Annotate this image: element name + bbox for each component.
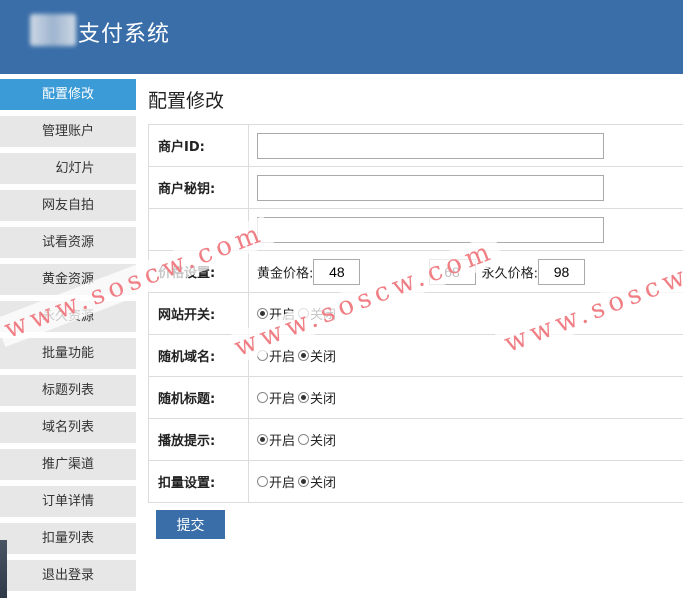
submit-button[interactable]: 提交 — [156, 510, 225, 539]
gold-price-input[interactable] — [313, 258, 361, 285]
sidebar-item-label: 批量功能 — [41, 346, 94, 361]
sidebar-item-label: 扣量列表 — [41, 531, 94, 546]
second-price-input[interactable] — [428, 258, 476, 285]
sidebar-item-orders[interactable]: 订单详情 — [0, 486, 136, 517]
site-switch-off-label: 关闭 — [310, 308, 337, 323]
form-row-random-title: 随机标题: 开启 关闭 — [148, 376, 683, 419]
logo-blurred — [30, 14, 76, 46]
deduct-group: 开启 关闭 — [257, 472, 339, 491]
form-row-merchant-key: 商户秘钥: — [148, 166, 683, 209]
site-switch-group: 开启 关闭 — [257, 304, 339, 323]
site-switch-on-radio[interactable] — [257, 308, 268, 319]
random-title-off-label: 关闭 — [310, 392, 337, 407]
gold-price-label: 黄金价格: — [257, 266, 314, 281]
play-tip-cell: 开启 关闭 — [248, 418, 683, 461]
header-bar: 支付系统 — [0, 0, 683, 74]
config-form: 商户ID: 商户秘钥: 价格设置: 黄金价格: 永久价格: 网站开关: 开启 关… — [148, 124, 683, 503]
price-label: 价格设置: — [148, 250, 249, 293]
site-switch-on-label: 开启 — [269, 308, 296, 323]
sidebar-item-label: 退出登录 — [41, 568, 94, 583]
third-field-label — [148, 208, 249, 251]
play-tip-off-label: 关闭 — [310, 434, 337, 449]
play-tip-group: 开启 关闭 — [257, 430, 339, 449]
sidebar-item-label: 黄金资源 — [41, 272, 94, 287]
deduct-label: 扣量设置: — [148, 460, 249, 503]
sidebar-item-deduct-list[interactable]: 扣量列表 — [0, 523, 136, 554]
sidebar-item-titles[interactable]: 标题列表 — [0, 375, 136, 406]
merchant-id-cell — [248, 124, 683, 167]
random-domain-off-label: 关闭 — [310, 350, 337, 365]
merchant-key-cell — [248, 166, 683, 209]
sidebar-item-label: 幻灯片 — [55, 161, 95, 176]
random-domain-on-radio[interactable] — [257, 350, 268, 361]
sidebar-item-gold-resources[interactable]: 黄金资源 — [0, 264, 136, 295]
sidebar-item-label: 管理账户 — [41, 124, 94, 139]
play-tip-off-radio[interactable] — [298, 434, 310, 445]
deduct-off-label: 关闭 — [310, 476, 337, 491]
sidebar-item-config[interactable]: 配置修改 — [0, 79, 136, 110]
play-tip-on-radio[interactable] — [257, 434, 268, 445]
random-domain-cell: 开启 关闭 — [248, 334, 683, 377]
form-row-third — [148, 208, 683, 251]
sidebar-item-label: 域名列表 — [41, 420, 94, 435]
sidebar-item-promo-channels[interactable]: 推广渠道 — [0, 449, 136, 480]
third-field-cell — [248, 208, 683, 251]
site-switch-off-radio[interactable] — [298, 308, 310, 319]
form-row-site-switch: 网站开关: 开启 关闭 — [148, 292, 683, 335]
sidebar-item-domains[interactable]: 域名列表 — [0, 412, 136, 443]
sidebar-item-logout[interactable]: 退出登录 — [0, 560, 136, 591]
price-cell: 黄金价格: 永久价格: — [248, 250, 683, 293]
random-domain-on-label: 开启 — [269, 350, 296, 365]
sidebar-item-label: 永久资源 — [41, 309, 94, 324]
random-title-group: 开启 关闭 — [257, 388, 339, 407]
play-tip-label: 播放提示: — [148, 418, 249, 461]
merchant-key-input[interactable] — [257, 174, 604, 201]
form-row-random-domain: 随机域名: 开启 关闭 — [148, 334, 683, 377]
random-title-cell: 开启 关闭 — [248, 376, 683, 419]
sidebar-item-label: 配置修改 — [41, 87, 94, 102]
deduct-on-label: 开启 — [269, 476, 296, 491]
third-field-input[interactable] — [257, 216, 604, 243]
sidebar-item-admin-accounts[interactable]: 管理账户 — [0, 116, 136, 147]
sidebar-item-label: 试看资源 — [41, 235, 94, 250]
sidebar-item-label: 订单详情 — [41, 494, 94, 509]
permanent-price-label: 永久价格: — [481, 266, 539, 281]
permanent-price-input[interactable] — [538, 258, 586, 285]
sidebar-item-label: 网友自拍 — [41, 198, 94, 213]
deduct-off-radio[interactable] — [298, 476, 310, 487]
app-title: 支付系统 — [78, 22, 171, 47]
random-title-label: 随机标题: — [148, 376, 249, 419]
sidebar-item-user-selfies[interactable]: 网友自拍 — [0, 190, 136, 221]
form-row-price: 价格设置: 黄金价格: 永久价格: — [148, 250, 683, 293]
site-switch-label: 网站开关: — [148, 292, 249, 335]
random-domain-label: 随机域名: — [148, 334, 249, 377]
form-row-deduct: 扣量设置: 开启 关闭 — [148, 460, 683, 503]
sidebar-item-slideshow[interactable]: 幻灯片 — [0, 153, 136, 184]
random-domain-group: 开启 关闭 — [257, 346, 339, 365]
random-title-on-label: 开启 — [269, 392, 296, 407]
sidebar: 配置修改 管理账户 幻灯片 网友自拍 试看资源 黄金资源 永久资源 批量功能 标… — [0, 79, 136, 597]
form-row-play-tip: 播放提示: 开启 关闭 — [148, 418, 683, 461]
merchant-id-input[interactable] — [257, 132, 604, 159]
merchant-id-label: 商户ID: — [148, 124, 249, 167]
random-title-on-radio[interactable] — [257, 392, 268, 403]
deduct-on-radio[interactable] — [257, 476, 268, 487]
deduct-cell: 开启 关闭 — [248, 460, 683, 503]
background-edge — [0, 540, 7, 598]
random-domain-off-radio[interactable] — [298, 350, 310, 361]
sidebar-item-label: 推广渠道 — [41, 457, 94, 472]
sidebar-item-label: 标题列表 — [41, 383, 94, 398]
merchant-key-label: 商户秘钥: — [148, 166, 249, 209]
sidebar-item-permanent-resources[interactable]: 永久资源 — [0, 301, 136, 332]
page-title: 配置修改 — [148, 90, 225, 112]
site-switch-cell: 开启 关闭 — [248, 292, 683, 335]
play-tip-on-label: 开启 — [269, 434, 296, 449]
random-title-off-radio[interactable] — [298, 392, 310, 403]
form-row-merchant-id: 商户ID: — [148, 124, 683, 167]
sidebar-item-batch[interactable]: 批量功能 — [0, 338, 136, 369]
sidebar-item-trial-resources[interactable]: 试看资源 — [0, 227, 136, 258]
